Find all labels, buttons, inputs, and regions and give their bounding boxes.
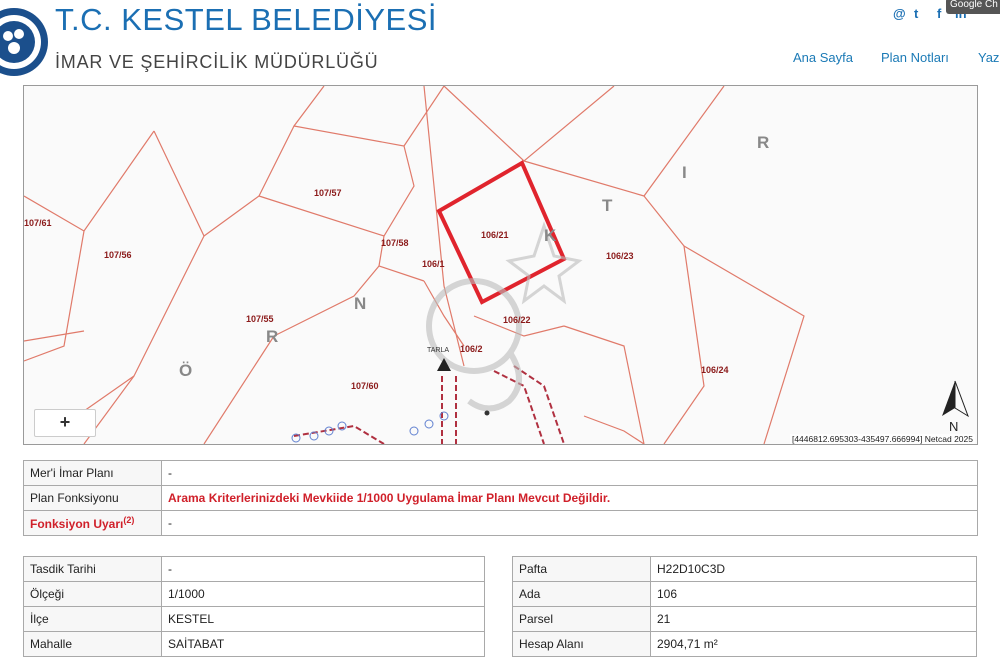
info-key: Mer'i İmar Planı (23, 460, 162, 486)
street-letter: T (602, 196, 613, 215)
twitter-icon[interactable]: t (914, 6, 918, 21)
table-row: Fonksiyon Uyarı(2) - (23, 510, 978, 536)
nav-plan-notlari[interactable]: Plan Notları (881, 50, 949, 65)
info-key: Tasdik Tarihi (23, 556, 162, 582)
facebook-icon[interactable]: f (937, 6, 941, 21)
parcel-labels: 107/57 107/56 107/58 107/55 107/60 107/6… (24, 188, 729, 391)
parcel-label: 107/58 (381, 238, 409, 248)
info-key: Mahalle (23, 631, 162, 657)
parcel-label: 107/61 (24, 218, 52, 228)
info-value: - (161, 556, 485, 582)
parcel-label: 106/2 (460, 344, 483, 354)
parcel-label: 107/55 (246, 314, 274, 324)
coordinate-readout: [4446812.695303-435497.666994] Netcad 20… (789, 434, 975, 444)
plan-function-value: Arama Kriterlerinizdeki Mevkiide 1/1000 … (161, 485, 978, 511)
info-key: Ölçeği (23, 581, 162, 607)
parcel-boundaries (24, 86, 805, 444)
parcel-label: 106/1 (422, 259, 445, 269)
info-key: Fonksiyon Uyarı (30, 517, 124, 531)
street-letter: I (682, 163, 687, 182)
info-key: Hesap Alanı (512, 631, 651, 657)
info-value: 1/1000 (161, 581, 485, 607)
tree-markers (291, 411, 449, 443)
location-info-table: Tasdik Tarihi - Ölçeği 1/1000 İlçe KESTEL M… (23, 556, 485, 657)
site-title[interactable]: T.C. KESTEL BELEDİYESİ (55, 2, 437, 38)
nav-ana-sayfa[interactable]: Ana Sayfa (793, 50, 853, 65)
info-value: KESTEL (161, 606, 485, 632)
table-row: Mahalle SAİTABAT (23, 631, 485, 657)
parcel-info-table: Pafta H22D10C3D Ada 106 Parsel 21 Hesap Ala… (512, 556, 977, 657)
parcel-map[interactable]: 107/57 107/56 107/58 107/55 107/60 107/6… (23, 85, 978, 445)
info-key: Parsel (512, 606, 651, 632)
table-row: Parsel 21 (512, 606, 977, 632)
parcel-label: 107/60 (351, 381, 379, 391)
parcel-label: 107/57 (314, 188, 342, 198)
email-icon[interactable]: @ (893, 6, 906, 21)
table-row: İlçe KESTEL (23, 606, 485, 632)
google-chrome-badge: Google Ch (946, 0, 1000, 14)
street-letter: R (757, 133, 769, 152)
info-value: 106 (650, 581, 977, 607)
north-arrow-icon: N (942, 380, 969, 434)
parcel-label: 106/21 (481, 230, 509, 240)
point-marker-icon (484, 410, 490, 416)
info-value: SAİTABAT (161, 631, 485, 657)
table-row: Mer'i İmar Planı - (23, 460, 978, 486)
street-letter: N (354, 294, 366, 313)
parcel-label: 107/56 (104, 250, 132, 260)
street-letter: Ö (179, 361, 192, 380)
info-key: Plan Fonksiyonu (23, 485, 162, 511)
info-value: H22D10C3D (650, 556, 977, 582)
table-row: Plan Fonksiyonu Arama Kriterlerinizdeki … (23, 485, 978, 511)
parcel-label: 106/24 (701, 365, 729, 375)
info-value: - (161, 460, 978, 486)
north-label: N (949, 419, 958, 434)
plan-info-table: Mer'i İmar Planı - Plan Fonksiyonu Arama… (23, 460, 978, 536)
function-warning-key: Fonksiyon Uyarı(2) (23, 510, 162, 536)
map-canvas[interactable]: 107/57 107/56 107/58 107/55 107/60 107/6… (24, 86, 977, 444)
parcel-label: 106/22 (503, 315, 531, 325)
tarla-label: TARLA (427, 347, 449, 354)
info-value: - (161, 510, 978, 536)
nav-yazi[interactable]: Yazı (978, 50, 1000, 65)
table-row: Pafta H22D10C3D (512, 556, 977, 582)
table-row: Ölçeği 1/1000 (23, 581, 485, 607)
street-letter: K (544, 226, 557, 245)
info-key: İlçe (23, 606, 162, 632)
warning-superscript: (2) (123, 515, 135, 525)
table-row: Tasdik Tarihi - (23, 556, 485, 582)
info-key: Pafta (512, 556, 651, 582)
parcel-label: 106/23 (606, 251, 634, 261)
table-row: Ada 106 (512, 581, 977, 607)
info-value: 2904,71 m² (650, 631, 977, 657)
info-value: 21 (650, 606, 977, 632)
zoom-in-button[interactable]: + (34, 409, 96, 437)
road-lines (293, 365, 565, 444)
street-name-letters: R I T K N R Ö (179, 133, 769, 380)
site-header: T.C. KESTEL BELEDİYESİ İMAR VE ŞEHİRCİLİ… (0, 0, 1000, 84)
municipality-logo[interactable] (0, 4, 48, 80)
street-letter: R (266, 327, 278, 346)
info-key: Ada (512, 581, 651, 607)
site-subtitle: İMAR VE ŞEHİRCİLİK MÜDÜRLÜĞÜ (55, 52, 379, 72)
table-row: Hesap Alanı 2904,71 m² (512, 631, 977, 657)
